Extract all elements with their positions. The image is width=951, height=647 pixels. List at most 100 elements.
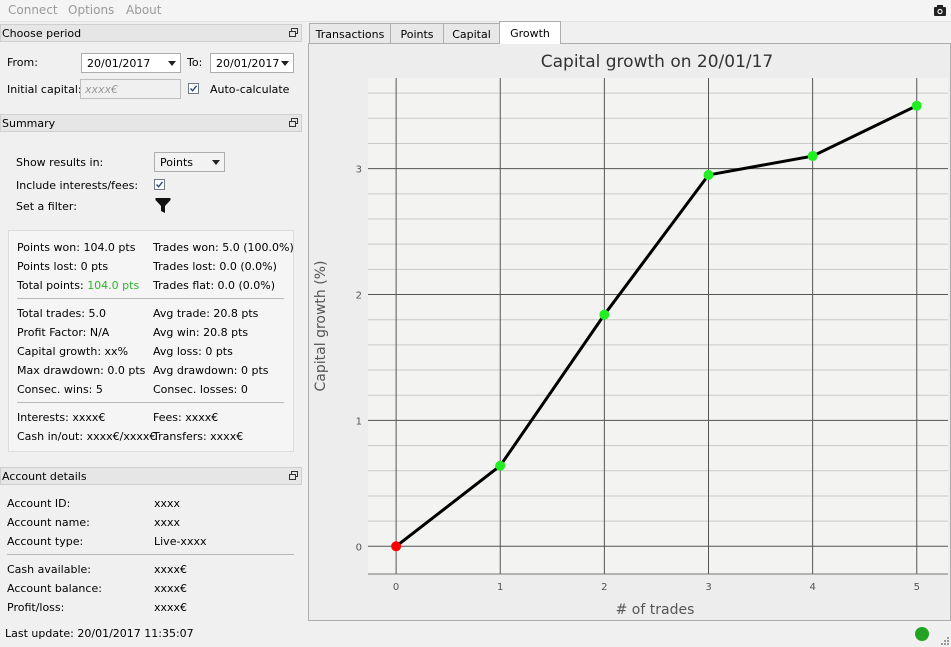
- total-points-value: 104.0 pts: [87, 279, 140, 292]
- chart-title: Capital growth on 20/01/17: [541, 52, 774, 72]
- x-axis-label: # of trades: [616, 602, 695, 618]
- resize-grip-icon[interactable]: [940, 636, 950, 646]
- chart-pane: 0 1 2 3 4 5 0 1 2 3 Capital growth on 20/01/17 # …: [308, 43, 951, 621]
- account-balance-label: Account balance:: [7, 582, 102, 595]
- menu-bar: Connect Options About: [0, 0, 951, 22]
- consec-losses: Consec. losses: 0: [153, 383, 248, 396]
- checkmark-icon: [155, 181, 164, 188]
- show-results-value: Points: [160, 156, 194, 169]
- period-panel-header: Choose period: [0, 24, 302, 42]
- tab-points[interactable]: Points: [390, 23, 444, 43]
- summary-stats-box: Points won: 104.0 pts Trades won: 5.0 (1…: [8, 230, 294, 452]
- data-point: [391, 541, 402, 552]
- chevron-down-icon: [281, 61, 289, 66]
- float-panel-icon[interactable]: [289, 28, 298, 37]
- tab-transactions[interactable]: Transactions: [309, 23, 391, 43]
- y-axis-label: Capital growth (%): [313, 261, 329, 392]
- summary-panel-title: Summary: [2, 117, 56, 130]
- y-tick-label: 1: [356, 416, 362, 427]
- trades-won: Trades won: 5.0 (100.0%): [153, 241, 294, 254]
- float-panel-icon[interactable]: [289, 471, 298, 480]
- filter-icon[interactable]: [155, 197, 171, 214]
- include-fees-checkbox[interactable]: [154, 179, 165, 190]
- cash-in-out: Cash in/out: xxxx€/xxxx€: [17, 430, 157, 443]
- menu-options[interactable]: Options: [68, 3, 114, 17]
- account-name-label: Account name:: [7, 516, 90, 529]
- summary-panel-header: Summary: [0, 114, 302, 132]
- show-results-select[interactable]: Points: [154, 152, 225, 172]
- divider: [17, 402, 284, 403]
- to-date-picker[interactable]: 20/01/2017: [210, 53, 294, 73]
- account-balance-value: xxxx€: [154, 582, 188, 595]
- transfers: Transfers: xxxx€: [153, 430, 244, 443]
- trades-lost: Trades lost: 0.0 (0.0%): [153, 260, 277, 273]
- data-point: [807, 151, 818, 162]
- account-id-value: xxxx: [154, 497, 181, 510]
- auto-calculate-checkbox[interactable]: [188, 83, 199, 94]
- camera-icon[interactable]: [933, 3, 947, 17]
- avg-loss: Avg loss: 0 pts: [153, 345, 233, 358]
- avg-drawdown: Avg drawdown: 0 pts: [153, 364, 269, 377]
- cash-available-label: Cash available:: [7, 563, 91, 576]
- consec-wins: Consec. wins: 5: [17, 383, 103, 396]
- data-point: [599, 309, 610, 320]
- initial-capital-input[interactable]: xxxx€: [80, 79, 181, 99]
- connection-status-icon: [915, 627, 929, 641]
- profit-loss-value: xxxx€: [154, 601, 188, 614]
- x-tick-label: 3: [705, 582, 711, 593]
- menu-connect[interactable]: Connect: [8, 3, 58, 17]
- account-panel-header: Account details: [0, 467, 302, 485]
- interests: Interests: xxxx€: [17, 411, 106, 424]
- to-label: To:: [187, 56, 203, 69]
- profit-loss-label: Profit/loss:: [7, 601, 65, 614]
- tab-growth[interactable]: Growth: [499, 21, 561, 44]
- data-point: [703, 169, 714, 180]
- x-tick-label: 2: [601, 582, 607, 593]
- tab-capital[interactable]: Capital: [443, 23, 500, 43]
- points-lost: Points lost: 0 pts: [17, 260, 109, 273]
- total-trades: Total trades: 5.0: [17, 307, 106, 320]
- account-panel-title: Account details: [2, 470, 87, 483]
- x-tick-label: 5: [914, 582, 920, 593]
- y-tick-label: 2: [356, 291, 362, 302]
- avg-win: Avg win: 20.8 pts: [153, 326, 249, 339]
- float-panel-icon[interactable]: [289, 118, 298, 127]
- last-update: Last update: 20/01/2017 11:35:07: [5, 627, 194, 640]
- include-fees-label: Include interests/fees:: [16, 179, 139, 192]
- account-type-label: Account type:: [7, 535, 84, 548]
- cash-available-value: xxxx€: [154, 563, 188, 576]
- divider: [7, 554, 294, 555]
- fees: Fees: xxxx€: [153, 411, 219, 424]
- checkmark-icon: [189, 85, 198, 92]
- initial-capital-placeholder: xxxx€: [85, 83, 119, 96]
- menu-about[interactable]: About: [126, 3, 161, 17]
- y-tick-label: 3: [356, 165, 362, 176]
- show-results-label: Show results in:: [16, 156, 104, 169]
- total-points: Total points: 104.0 pts: [17, 279, 139, 292]
- avg-trade: Avg trade: 20.8 pts: [153, 307, 259, 320]
- data-point: [495, 460, 506, 471]
- growth-chart: 0 1 2 3 4 5 0 1 2 3 Capital growth on 20/01/17 # …: [313, 52, 948, 618]
- points-won: Points won: 104.0 pts: [17, 241, 136, 254]
- y-tick-label: 0: [356, 542, 362, 553]
- chevron-down-icon: [212, 160, 220, 165]
- x-tick-label: 4: [809, 582, 815, 593]
- initial-capital-label: Initial capital:: [7, 83, 82, 96]
- filter-label: Set a filter:: [16, 200, 77, 213]
- chevron-down-icon: [168, 61, 176, 66]
- total-points-label: Total points:: [17, 279, 84, 292]
- profit-factor: Profit Factor: N/A: [17, 326, 110, 339]
- period-panel-title: Choose period: [2, 27, 82, 40]
- max-drawdown: Max drawdown: 0.0 pts: [17, 364, 146, 377]
- auto-calculate-label: Auto-calculate: [210, 83, 290, 96]
- data-point: [911, 100, 922, 111]
- status-bar: Last update: 20/01/2017 11:35:07: [0, 622, 951, 647]
- divider: [17, 298, 284, 299]
- x-tick-label: 1: [497, 582, 503, 593]
- account-id-label: Account ID:: [7, 497, 71, 510]
- from-date-value: 20/01/2017: [87, 57, 151, 70]
- trades-flat: Trades flat: 0.0 (0.0%): [153, 279, 276, 292]
- to-date-value: 20/01/2017: [216, 57, 280, 70]
- from-date-picker[interactable]: 20/01/2017: [81, 53, 181, 73]
- from-label: From:: [7, 56, 38, 69]
